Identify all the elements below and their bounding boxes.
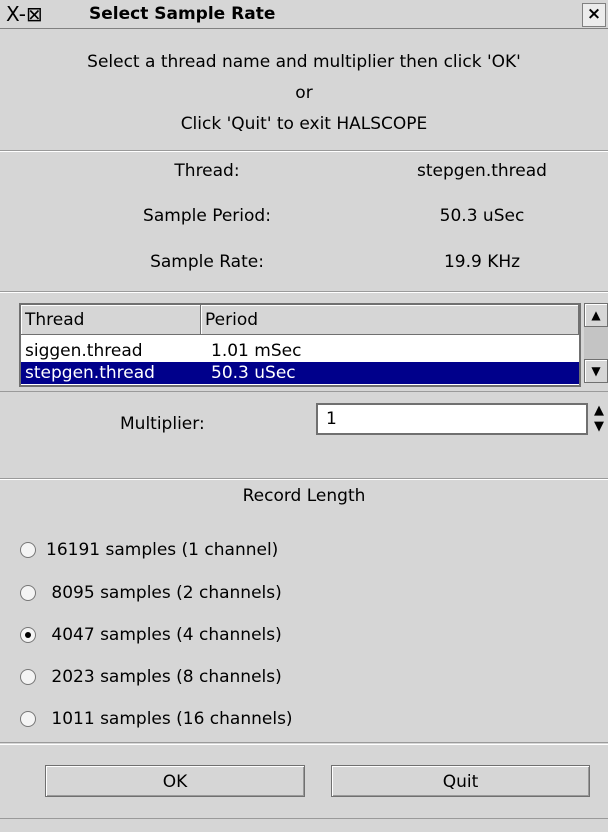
thread-name: siggen.thread <box>25 341 143 361</box>
radio-button[interactable] <box>20 542 36 558</box>
record-length-heading-row: Record Length <box>0 486 608 512</box>
column-header-thread[interactable]: Thread <box>21 305 201 335</box>
window-menu-icon[interactable]: X-⊠ <box>6 2 43 26</box>
sample-rate-value: 19.9 KHz <box>443 252 521 272</box>
record-option-label: 16191 samples (1 channel) <box>46 540 279 560</box>
record-option-label: 4047 samples (4 channels) <box>46 625 282 645</box>
record-option-label: 1011 samples (16 channels) <box>46 709 293 729</box>
instruction-line-2: or <box>295 83 313 103</box>
scroll-up-icon[interactable]: ▲ <box>584 303 608 327</box>
radio-button-selected[interactable] <box>20 627 36 643</box>
thread-period: 1.01 mSec <box>211 341 302 361</box>
title-bar[interactable]: X-⊠ Select Sample Rate × <box>0 0 608 29</box>
ok-button[interactable]: OK <box>45 765 305 797</box>
radio-button[interactable] <box>20 669 36 685</box>
thread-name: stepgen.thread <box>25 363 155 383</box>
sample-period-value: 50.3 uSec <box>439 206 525 226</box>
record-option-label: 8095 samples (2 channels) <box>46 583 282 603</box>
thread-value: stepgen.thread <box>417 161 547 181</box>
thread-period: 50.3 uSec <box>211 363 296 383</box>
sample-period-label: Sample Period: <box>143 206 271 226</box>
instructions-section: Select a thread name and multiplier then… <box>0 28 608 151</box>
close-icon[interactable]: × <box>582 3 606 27</box>
list-item-stepgen[interactable]: stepgen.thread 50.3 uSec <box>21 362 579 384</box>
thread-label: Thread: <box>174 161 240 181</box>
decrement-icon[interactable]: ▼ <box>590 419 608 435</box>
increment-icon[interactable]: ▲ <box>590 403 608 419</box>
column-header-period[interactable]: Period <box>201 305 579 335</box>
window-bottom-edge <box>0 818 608 832</box>
thread-list-scrollbar[interactable]: ▲ ▼ <box>584 303 608 383</box>
record-option-label: 2023 samples (8 channels) <box>46 667 282 687</box>
thread-list[interactable]: Thread Period siggen.thread 1.01 mSec st… <box>19 303 581 387</box>
multiplier-stepper[interactable]: ▲ ▼ <box>590 403 608 435</box>
sample-rate-label: Sample Rate: <box>150 252 264 272</box>
multiplier-input[interactable]: 1 <box>316 403 588 435</box>
sample-info-section: Thread: stepgen.thread Sample Period: 50… <box>0 151 608 292</box>
instruction-line-1: Select a thread name and multiplier then… <box>87 52 521 72</box>
scroll-down-icon[interactable]: ▼ <box>584 359 608 383</box>
select-sample-rate-dialog: X-⊠ Select Sample Rate × Select a thread… <box>0 0 608 832</box>
record-length-heading: Record Length <box>242 486 366 506</box>
instruction-line-3: Click 'Quit' to exit HALSCOPE <box>180 114 428 134</box>
list-item-siggen[interactable]: siggen.thread 1.01 mSec <box>21 340 579 362</box>
multiplier-label: Multiplier: <box>120 414 205 434</box>
quit-button[interactable]: Quit <box>331 765 590 797</box>
radio-button[interactable] <box>20 585 36 601</box>
button-separator <box>0 742 608 744</box>
window-title: Select Sample Rate <box>89 4 276 24</box>
radio-button[interactable] <box>20 711 36 727</box>
